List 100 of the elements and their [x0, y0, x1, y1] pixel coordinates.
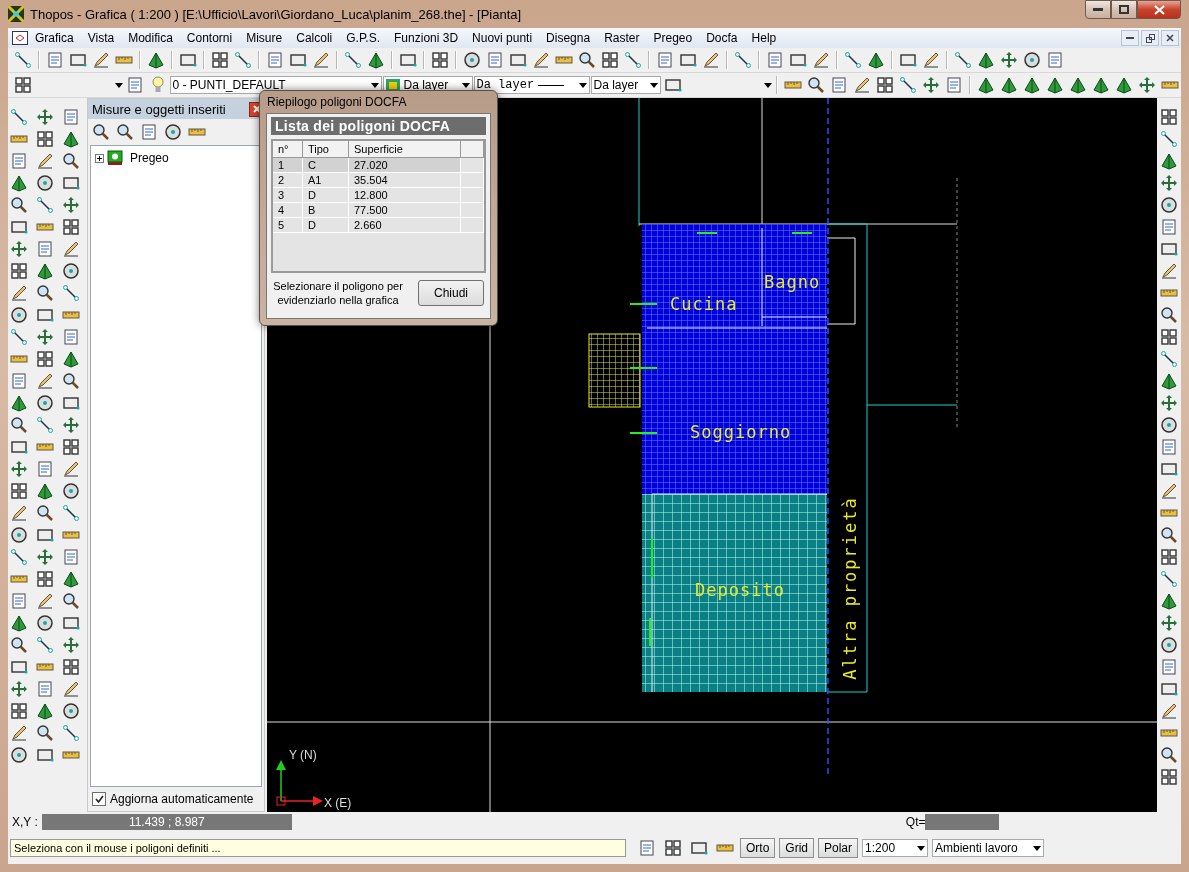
table-cell[interactable]: C: [303, 158, 349, 173]
toolbar-button[interactable]: [8, 744, 30, 766]
table-cell[interactable]: D: [303, 188, 349, 203]
table-cell[interactable]: 5: [273, 218, 303, 233]
toolbar-button[interactable]: [1158, 766, 1180, 788]
scale-dropdown[interactable]: 1:200: [862, 839, 929, 857]
close-button[interactable]: [1161, 30, 1179, 46]
table-cell[interactable]: 2.660: [349, 218, 461, 233]
app-logo-icon: [8, 6, 24, 22]
table-cell[interactable]: 77.500: [349, 203, 461, 218]
pyramid-icon: [367, 51, 385, 69]
table-cell[interactable]: 27.020: [349, 158, 461, 173]
pencil-icon: [853, 76, 871, 94]
menu-item[interactable]: Docfa: [699, 31, 745, 45]
toolbar-button[interactable]: [1158, 546, 1180, 568]
toolbar-button[interactable]: [1021, 49, 1043, 71]
checkbox[interactable]: [92, 792, 106, 806]
table-cell[interactable]: 2: [273, 173, 303, 188]
menu-item[interactable]: Calcoli: [289, 31, 340, 45]
menu-item[interactable]: Misure: [239, 31, 290, 45]
toggle-button[interactable]: Polar: [818, 838, 859, 858]
toolbar-button[interactable]: [209, 49, 231, 71]
toolbar-button[interactable]: [662, 837, 684, 859]
menu-item[interactable]: Funzioni 3D: [387, 31, 466, 45]
rectangle-icon: [62, 614, 80, 632]
menu-item[interactable]: Nuovi punti: [465, 31, 540, 45]
table-cell[interactable]: B: [303, 203, 349, 218]
toolbar-button[interactable]: [8, 524, 30, 546]
line-tool-icon: [36, 636, 54, 654]
pencil-icon: [10, 504, 28, 522]
caret-icon: [917, 845, 926, 851]
toolbar-button[interactable]: [874, 74, 896, 96]
menu-item[interactable]: Pregeo: [646, 31, 700, 45]
restore-button[interactable]: [1141, 30, 1159, 46]
minimize-button[interactable]: [1121, 30, 1139, 46]
toolbar-button[interactable]: [429, 49, 451, 71]
menu-item[interactable]: Help: [744, 31, 784, 45]
toolbar-button[interactable]: [461, 49, 483, 71]
menu-item[interactable]: Vista: [80, 31, 122, 45]
toggle-button[interactable]: Grid: [779, 838, 814, 858]
toolbar-button[interactable]: [8, 700, 30, 722]
toggle-button[interactable]: Orto: [740, 838, 776, 858]
table-cell[interactable]: 1: [273, 158, 303, 173]
toolbar-button[interactable]: [8, 260, 30, 282]
table-cell[interactable]: A1: [303, 173, 349, 188]
toolbar-button[interactable]: [12, 74, 34, 96]
toolbar-button[interactable]: [34, 172, 56, 194]
table-cell[interactable]: D: [303, 218, 349, 233]
toolbar-button[interactable]: [1158, 414, 1180, 436]
menu-item[interactable]: Disegna: [539, 31, 598, 45]
rectangle-icon: [1160, 460, 1178, 478]
toolbar-button[interactable]: [60, 216, 82, 238]
page-icon: [830, 76, 848, 94]
table-cell[interactable]: 35.504: [349, 173, 461, 188]
toolbar-button[interactable]: [1158, 634, 1180, 656]
toolbar-button[interactable]: [162, 121, 184, 143]
toolbar-button[interactable]: [8, 480, 30, 502]
toolbar-button[interactable]: [1158, 326, 1180, 348]
menu-item[interactable]: Grafica: [28, 31, 81, 45]
table-cell[interactable]: 3: [273, 188, 303, 203]
magnifier-icon: [62, 152, 80, 170]
column-header[interactable]: n°: [273, 141, 303, 158]
tree-item[interactable]: Pregeo: [126, 151, 169, 165]
table-cell[interactable]: 4: [273, 203, 303, 218]
grid-icon: [62, 658, 80, 676]
menu-item[interactable]: Modifica: [121, 31, 180, 45]
circle-tool-icon: [10, 746, 28, 764]
menu-item[interactable]: G.P.S.: [339, 31, 388, 45]
menu-item[interactable]: Contorni: [179, 31, 240, 45]
caret-icon: [114, 82, 123, 88]
close-button[interactable]: [1137, 0, 1181, 19]
column-header[interactable]: Superficie: [349, 141, 461, 158]
move-arrows-icon: [10, 240, 28, 258]
toolbar-button[interactable]: [34, 568, 56, 590]
linetype-dropdown[interactable]: Da layer: [473, 76, 590, 94]
column-header[interactable]: Tipo: [303, 141, 349, 158]
toolbar-button[interactable]: [60, 480, 82, 502]
toolbar-button[interactable]: [34, 392, 56, 414]
line-tool-icon: [1160, 130, 1178, 148]
maximize-button[interactable]: [1111, 0, 1137, 19]
toolbar-button[interactable]: [1158, 194, 1180, 216]
expand-icon[interactable]: [95, 153, 104, 163]
table-cell[interactable]: 12.800: [349, 188, 461, 203]
toolbar-button[interactable]: [1158, 106, 1180, 128]
close-dialog-button[interactable]: Chiudi: [418, 280, 484, 306]
toolbar-button[interactable]: [60, 656, 82, 678]
toolbar-button[interactable]: [34, 128, 56, 150]
toolbar-button[interactable]: [34, 612, 56, 634]
toolbar-button[interactable]: [60, 700, 82, 722]
environment-dropdown[interactable]: Ambienti lavoro: [932, 839, 1045, 857]
toolbar-button[interactable]: [599, 49, 621, 71]
menu-item[interactable]: Raster: [597, 31, 647, 45]
toolbar-button[interactable]: [34, 348, 56, 370]
lineweight-dropdown[interactable]: Da layer: [590, 76, 661, 94]
caret-icon: [370, 82, 379, 88]
toolbar-button[interactable]: [60, 260, 82, 282]
minimize-button[interactable]: [1085, 0, 1111, 19]
toolbar-button[interactable]: [8, 304, 30, 326]
magnifier-icon: [92, 123, 110, 141]
toolbar-button[interactable]: [60, 436, 82, 458]
